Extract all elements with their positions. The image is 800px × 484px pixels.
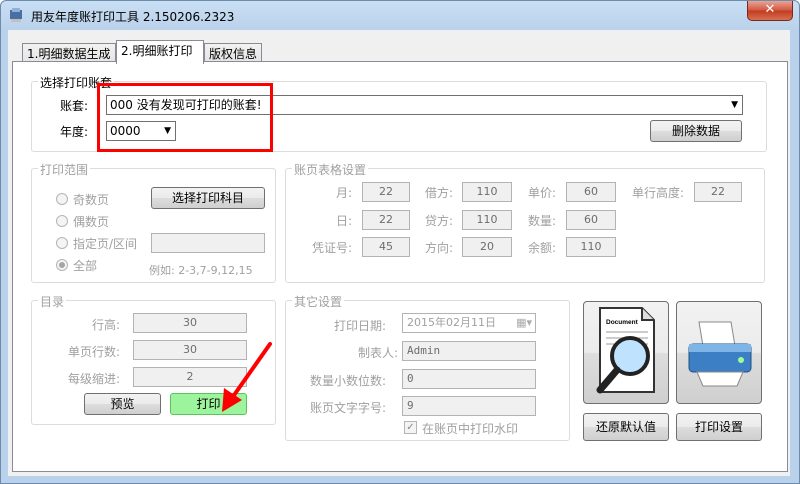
radio-odd-label: 奇数页 [73, 193, 110, 207]
print-range-group: 打印范围 奇数页 偶数页 指定页/区间 全部 选择打印科目 例如: 2-3,7-… [31, 161, 276, 283]
debit-input[interactable]: 110 [462, 182, 512, 202]
radio-all-label: 全部 [73, 259, 98, 273]
tab-detail-print[interactable]: 2.明细账打印 [116, 40, 204, 64]
delete-data-button[interactable]: 删除数据 [650, 120, 742, 142]
print-date-value: 2015年02月11日 [407, 316, 496, 329]
debit-label: 借方: [425, 186, 454, 200]
preview-document-button[interactable]: Document [583, 301, 669, 404]
app-icon [10, 8, 22, 22]
restore-defaults-button[interactable]: 还原默认值 [583, 413, 669, 441]
print-date-picker[interactable]: 2015年02月11日 ▦▾ [402, 313, 536, 333]
row-height-label: 单行高度: [632, 186, 685, 200]
annotation-arrow [222, 342, 272, 412]
radio-even-pages[interactable] [56, 215, 68, 227]
radio-range-label: 指定页/区间 [73, 237, 138, 251]
voucher-label: 凭证号: [312, 241, 353, 255]
price-label: 单价: [528, 186, 557, 200]
line-height-input[interactable]: 30 [133, 313, 247, 333]
credit-label: 贷方: [425, 214, 454, 228]
month-input[interactable]: 22 [362, 182, 410, 202]
day-input[interactable]: 22 [362, 210, 410, 230]
day-label: 日: [336, 214, 353, 228]
row-height-input[interactable]: 22 [694, 182, 742, 202]
calendar-icon: ▦▾ [516, 316, 532, 329]
close-button[interactable]: ✕ [747, 1, 793, 21]
radio-page-range[interactable] [56, 237, 68, 249]
quantity-label: 数量: [528, 214, 557, 228]
balance-input[interactable]: 110 [566, 237, 616, 257]
account-label: 账套: [60, 99, 89, 113]
table-format-title: 账页表格设置 [292, 161, 369, 178]
font-size-label: 账页文字字号: [310, 401, 387, 415]
decimals-input[interactable]: 0 [402, 369, 536, 389]
annotation-rectangle [97, 83, 273, 152]
select-subject-button[interactable]: 选择打印科目 [151, 187, 265, 209]
printer-icon [688, 321, 752, 387]
line-height-label: 行高: [92, 318, 121, 332]
range-example: 例如: 2-3,7-9,12,15 [149, 264, 253, 277]
preparer-label: 制表人: [358, 346, 399, 360]
table-format-group: 账页表格设置 月: 22 借方: 110 单价: 60 单行高度: 22 日: … [285, 161, 765, 283]
preview-button[interactable]: 预览 [84, 393, 161, 415]
rows-per-page-label: 单页行数: [68, 345, 121, 359]
radio-odd-pages[interactable] [56, 193, 68, 205]
document-icon-text: Document [606, 319, 639, 326]
indent-label: 每级缩进: [68, 372, 121, 386]
title-bar: 用友年度账打印工具 2.150206.2323 ✕ [1, 1, 799, 31]
direction-input[interactable]: 20 [462, 237, 512, 257]
direction-label: 方向: [425, 241, 454, 255]
watermark-checkbox[interactable]: ✓ [404, 421, 417, 434]
credit-input[interactable]: 110 [462, 210, 512, 230]
other-settings-group: 其它设置 打印日期: 2015年02月11日 ▦▾ 制表人: Admin 数量小… [285, 293, 570, 441]
other-settings-title: 其它设置 [292, 293, 345, 310]
price-input[interactable]: 60 [566, 182, 616, 202]
document-magnifier-icon: Document [596, 307, 655, 394]
radio-all-pages[interactable] [56, 259, 68, 271]
preparer-input[interactable]: Admin [402, 341, 536, 361]
window-title: 用友年度账打印工具 2.150206.2323 [31, 10, 235, 24]
print-range-title: 打印范围 [38, 161, 91, 178]
decimals-label: 数量小数位数: [310, 374, 387, 388]
printer-button[interactable] [676, 301, 762, 404]
font-size-input[interactable]: 9 [402, 396, 536, 416]
radio-even-label: 偶数页 [73, 215, 110, 229]
voucher-input[interactable]: 45 [362, 237, 410, 257]
watermark-label: 在账页中打印水印 [422, 422, 519, 436]
page-range-input[interactable] [151, 233, 265, 253]
quantity-input[interactable]: 60 [566, 210, 616, 230]
print-settings-button[interactable]: 打印设置 [676, 413, 762, 441]
balance-label: 余额: [528, 241, 557, 255]
catalog-title: 目录 [38, 293, 67, 310]
print-date-label: 打印日期: [334, 319, 387, 333]
year-label: 年度: [60, 125, 89, 139]
chevron-down-icon: ▼ [731, 100, 738, 110]
month-label: 月: [336, 186, 353, 200]
